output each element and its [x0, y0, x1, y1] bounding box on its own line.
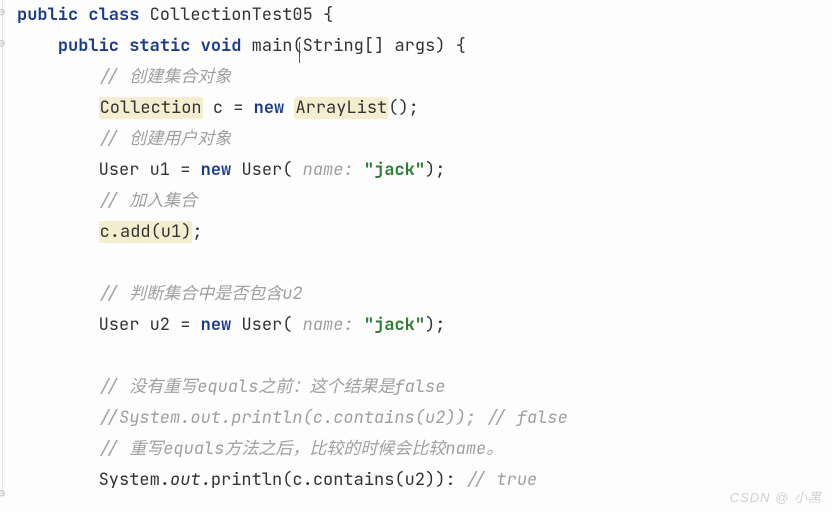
keyword: void — [201, 35, 242, 57]
parameter-hint: name: — [292, 159, 363, 181]
fold-icon[interactable]: ⊖ — [0, 35, 10, 47]
watermark: CSDN @ 小黑 — [730, 487, 822, 506]
comment: // 加入集合 — [99, 190, 198, 212]
code-line: // 创建用户对象 — [17, 124, 832, 155]
comment: //System.out.println(c.contains(u2)); //… — [99, 407, 568, 429]
fold-icon[interactable]: ⊖ — [0, 4, 10, 16]
highlighted-call: c.add(u1) — [99, 221, 193, 243]
keyword: public — [58, 35, 119, 57]
comment: // 重写equals方法之后，比较的时候会比较name。 — [99, 438, 504, 460]
keyword: static — [129, 35, 190, 57]
code-line: // 没有重写equals之前：这个结果是false — [17, 372, 832, 403]
fold-icon[interactable]: ⊖ — [0, 485, 10, 497]
comment: // 创建用户对象 — [99, 128, 232, 150]
gutter: ⊖ ⊖ ⊖ — [0, 0, 10, 512]
code-editor[interactable]: public class CollectionTest05 { public s… — [2, 0, 832, 496]
code-line: // 加入集合 — [17, 186, 832, 217]
keyword: public — [17, 4, 78, 26]
string-literal: "jack" — [364, 314, 425, 336]
code-line: c.add(u1); — [17, 217, 832, 248]
comment: // 判断集合中是否包含u2 — [99, 283, 303, 305]
code-line: public static void main(String[] args) { — [17, 31, 832, 62]
code-line: // 创建集合对象 — [17, 62, 832, 93]
highlighted-type: Collection — [99, 97, 203, 119]
code-line: System.out.println(c.contains(u2)): // t… — [17, 465, 832, 496]
parameter-hint: name: — [292, 314, 363, 336]
code-line: //System.out.println(c.contains(u2)); //… — [17, 403, 832, 434]
method-name: main — [252, 35, 293, 57]
comment: // 没有重写equals之前：这个结果是false — [99, 376, 446, 398]
code-line: Collection c = new ArrayList(); — [17, 93, 832, 124]
keyword: new — [201, 159, 232, 181]
code-line: // 重写equals方法之后，比较的时候会比较name。 — [17, 434, 832, 465]
comment: // 创建集合对象 — [99, 66, 232, 88]
class-name: CollectionTest05 — [150, 4, 313, 26]
field-out: out — [170, 469, 201, 491]
brace: { — [313, 4, 333, 26]
keyword: new — [254, 97, 285, 119]
comment: // true — [466, 469, 537, 491]
keyword: new — [201, 314, 232, 336]
code-line: User u2 = new User( name: "jack"); — [17, 310, 832, 341]
code-line: public class CollectionTest05 { — [17, 0, 832, 31]
code-line — [17, 248, 832, 279]
type: String — [303, 35, 364, 57]
code-line: // 判断集合中是否包含u2 — [17, 279, 832, 310]
string-literal: "jack" — [364, 159, 425, 181]
keyword: class — [88, 4, 139, 26]
code-line — [17, 341, 832, 372]
highlighted-type: ArrayList — [294, 97, 388, 119]
code-line: User u1 = new User( name: "jack"); — [17, 155, 832, 186]
